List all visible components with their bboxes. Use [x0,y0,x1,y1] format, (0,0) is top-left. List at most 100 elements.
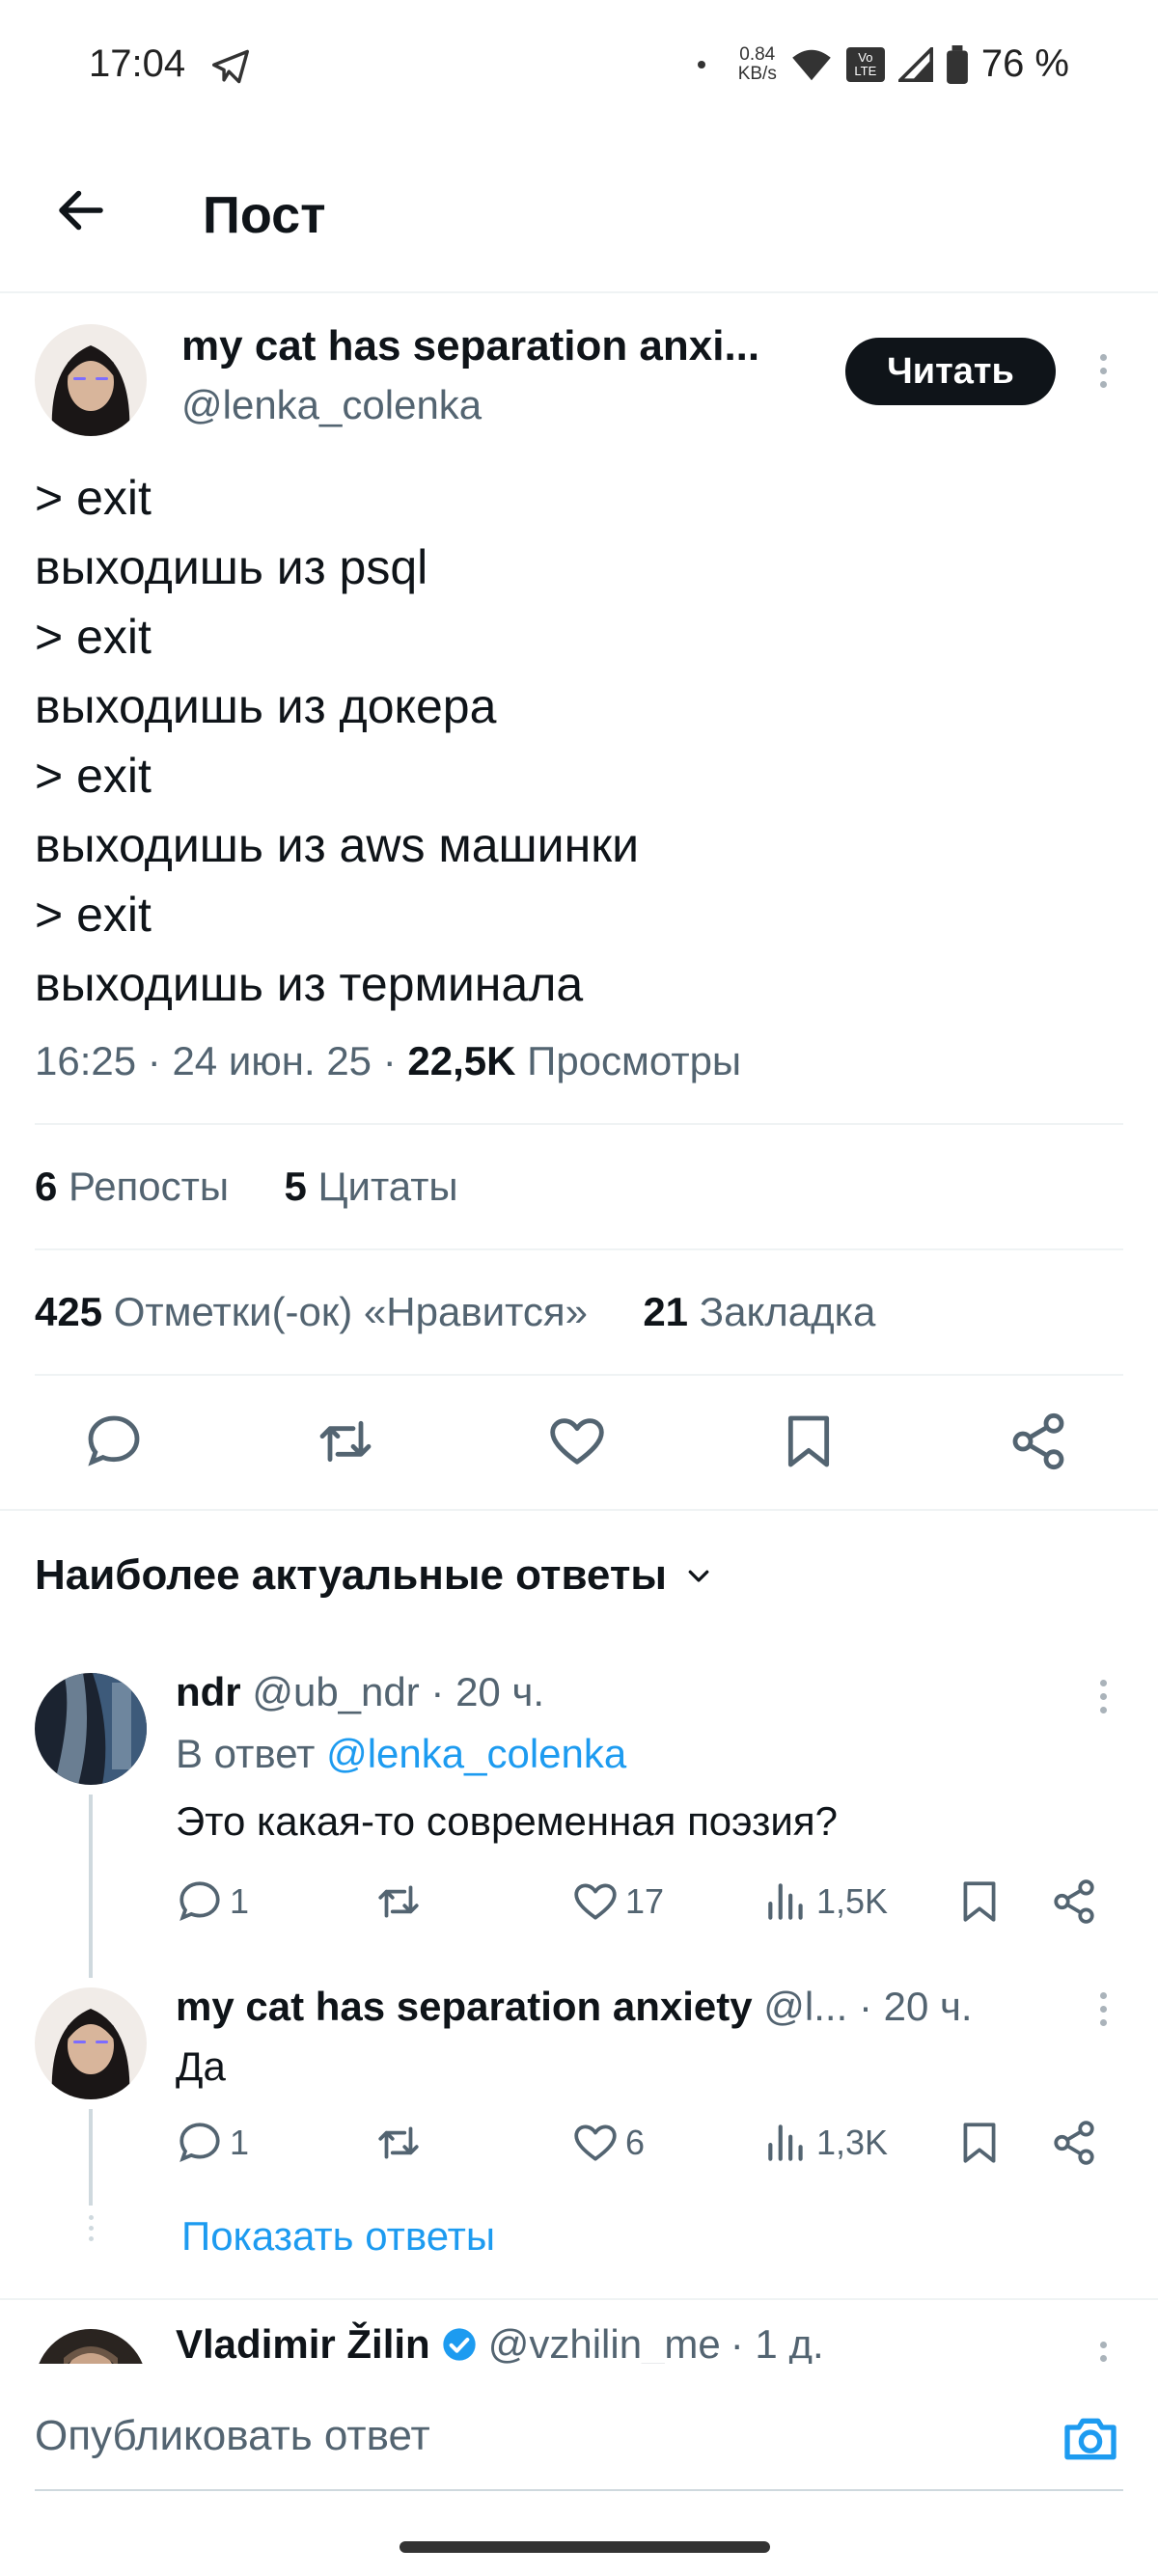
post-line: выходишь из psql [35,540,428,594]
reply-author-name[interactable]: ndr [176,1669,241,1714]
network-speed: 0.84 KB/s [737,43,777,84]
repost-icon [378,1885,419,1918]
views-count: 1,3K [816,2123,889,2162]
camera-icon[interactable] [1060,2408,1121,2470]
reply-comment-button[interactable]: 1 [176,2119,249,2167]
divider [35,1374,1123,1376]
more-options-icon[interactable] [1089,1667,1117,1725]
input-underline [35,2489,1123,2491]
reply-avatar[interactable] [35,2329,147,2364]
share-icon [1054,2121,1094,2165]
thread-line [89,2109,93,2206]
like-icon [574,2124,617,2161]
chevron-down-icon [688,1570,709,1582]
verified-badge-icon [443,2328,476,2361]
post-line: выходишь из докера [35,679,497,733]
top-app-bar: Пост [0,135,1158,293]
reply-to-line: В ответ @lenka_colenka [176,1731,627,1776]
more-options-icon[interactable] [1089,2329,1117,2364]
reply-text: Да [176,2043,226,2089]
reply-to-handle[interactable]: @lenka_colenka [326,1731,626,1776]
like-icon [574,1883,617,1920]
post-action-bar [0,1389,1158,1495]
reply-avatar[interactable] [35,1673,147,1785]
reposts-quotes-row: 6 Репосты 5 Цитаты [35,1164,458,1210]
reply-author-handle[interactable]: @l... [763,1984,847,2029]
share-icon [1054,1879,1094,1924]
thread-line [89,1795,93,1978]
signal-icon [897,46,933,82]
quotes-stat[interactable]: 5 Цитаты [284,1164,457,1209]
volte-badge: Vo LTE [845,46,885,82]
reply-header: Vladimir Žilin @vzhilin_me · 1 д. [176,2321,824,2364]
reply-views-button[interactable]: 1,5K [762,1877,888,1926]
reply-repost-button[interactable] [374,1877,423,1926]
bookmark-icon [963,2123,996,2163]
reply-header: ndr @ub_ndr · 20 ч. [176,1669,544,1715]
post-meta: 16:25 · 24 июн. 25 · 22,5K Просмотры [35,1038,742,1083]
dot-icon [697,60,705,69]
comment-count: 1 [230,1881,250,1921]
reply-author-handle[interactable]: @vzhilin_me [488,2321,721,2364]
repost-icon[interactable] [315,1411,376,1472]
divider [35,1123,1123,1125]
back-arrow-icon[interactable] [52,181,110,239]
likes-bookmarks-row: 425 Отметки(-ок) «Нравится» 21 Закладка [35,1289,875,1335]
reply-views-button[interactable]: 1,3K [762,2119,888,2167]
battery-icon [946,44,968,84]
reply-share-button[interactable] [1050,1877,1098,1926]
wifi-icon [792,49,831,80]
author-name[interactable]: my cat has separation anxi... [181,322,799,370]
post-line: выходишь из aws машинки [35,818,640,872]
reply-author-name[interactable]: my cat has separation anxiety [176,1984,753,2029]
reposts-stat[interactable]: 6 Репосты [35,1164,229,1209]
reply-author-handle[interactable]: @ub_ndr [252,1669,419,1714]
views-chart-icon [768,2124,803,2161]
reply-sort-dropdown[interactable]: Наиболее актуальные ответы [35,1551,713,1600]
author-avatar[interactable] [35,324,147,436]
reply-icon[interactable] [83,1411,145,1472]
battery-percent: 76 % [980,42,1069,85]
status-time: 17:04 [89,42,186,85]
more-options-icon[interactable] [1089,1980,1117,2038]
likes-stat[interactable]: 425 Отметки(-ок) «Нравится» [35,1289,588,1334]
gesture-nav-handle[interactable] [400,2541,770,2553]
like-icon[interactable] [546,1411,608,1472]
follow-button[interactable]: Читать [845,338,1056,405]
reply-bookmark-button[interactable] [955,1877,1004,1926]
thread-dots [83,2215,98,2254]
reply-avatar[interactable] [35,1987,147,2099]
post-time: 16:25 [35,1038,137,1083]
status-bar: 17:04 0.84 KB/s Vo LTE 76 % [0,0,1158,135]
bookmarks-stat[interactable]: 21 Закладка [643,1289,875,1334]
views-chart-icon [768,1883,803,1920]
status-icons: 0.84 KB/s Vo LTE 76 % [697,42,1069,86]
repost-icon [378,2126,419,2159]
views-label[interactable]: Просмотры [527,1038,741,1083]
reply-comment-button[interactable]: 1 [176,1877,249,1926]
reply-time: · 20 ч. [430,1669,545,1714]
reply-repost-button[interactable] [374,2119,423,2167]
post-line: выходишь из терминала [35,957,584,1011]
reply-item-partial: Vladimir Žilin @vzhilin_me · 1 д. [0,2300,1158,2364]
post-line: > exit [35,471,152,525]
post-line: > exit [35,610,152,664]
show-replies-link[interactable]: Показать ответы [181,2213,495,2260]
reply-time: · 20 ч. [858,1984,973,2029]
telegram-icon [212,49,249,84]
reply-author-name[interactable]: Vladimir Žilin [176,2321,430,2364]
reply-share-button[interactable] [1050,2119,1098,2167]
reply-icon [179,1881,220,1922]
reply-input[interactable]: Опубликовать ответ [35,2412,430,2460]
sort-label: Наиболее актуальные ответы [35,1551,667,1599]
post-date: 24 июн. 25 [172,1038,372,1083]
like-count: 6 [625,2123,646,2162]
reply-header: my cat has separation anxiety @l... · 20… [176,1984,1063,2030]
reply-like-button[interactable]: 6 [571,2119,645,2167]
reply-like-button[interactable]: 17 [571,1877,664,1926]
author-handle[interactable]: @lenka_colenka [181,382,482,428]
bookmark-icon[interactable] [778,1411,840,1472]
share-icon[interactable] [1007,1411,1069,1472]
reply-bookmark-button[interactable] [955,2119,1004,2167]
more-options-icon[interactable] [1089,342,1117,399]
